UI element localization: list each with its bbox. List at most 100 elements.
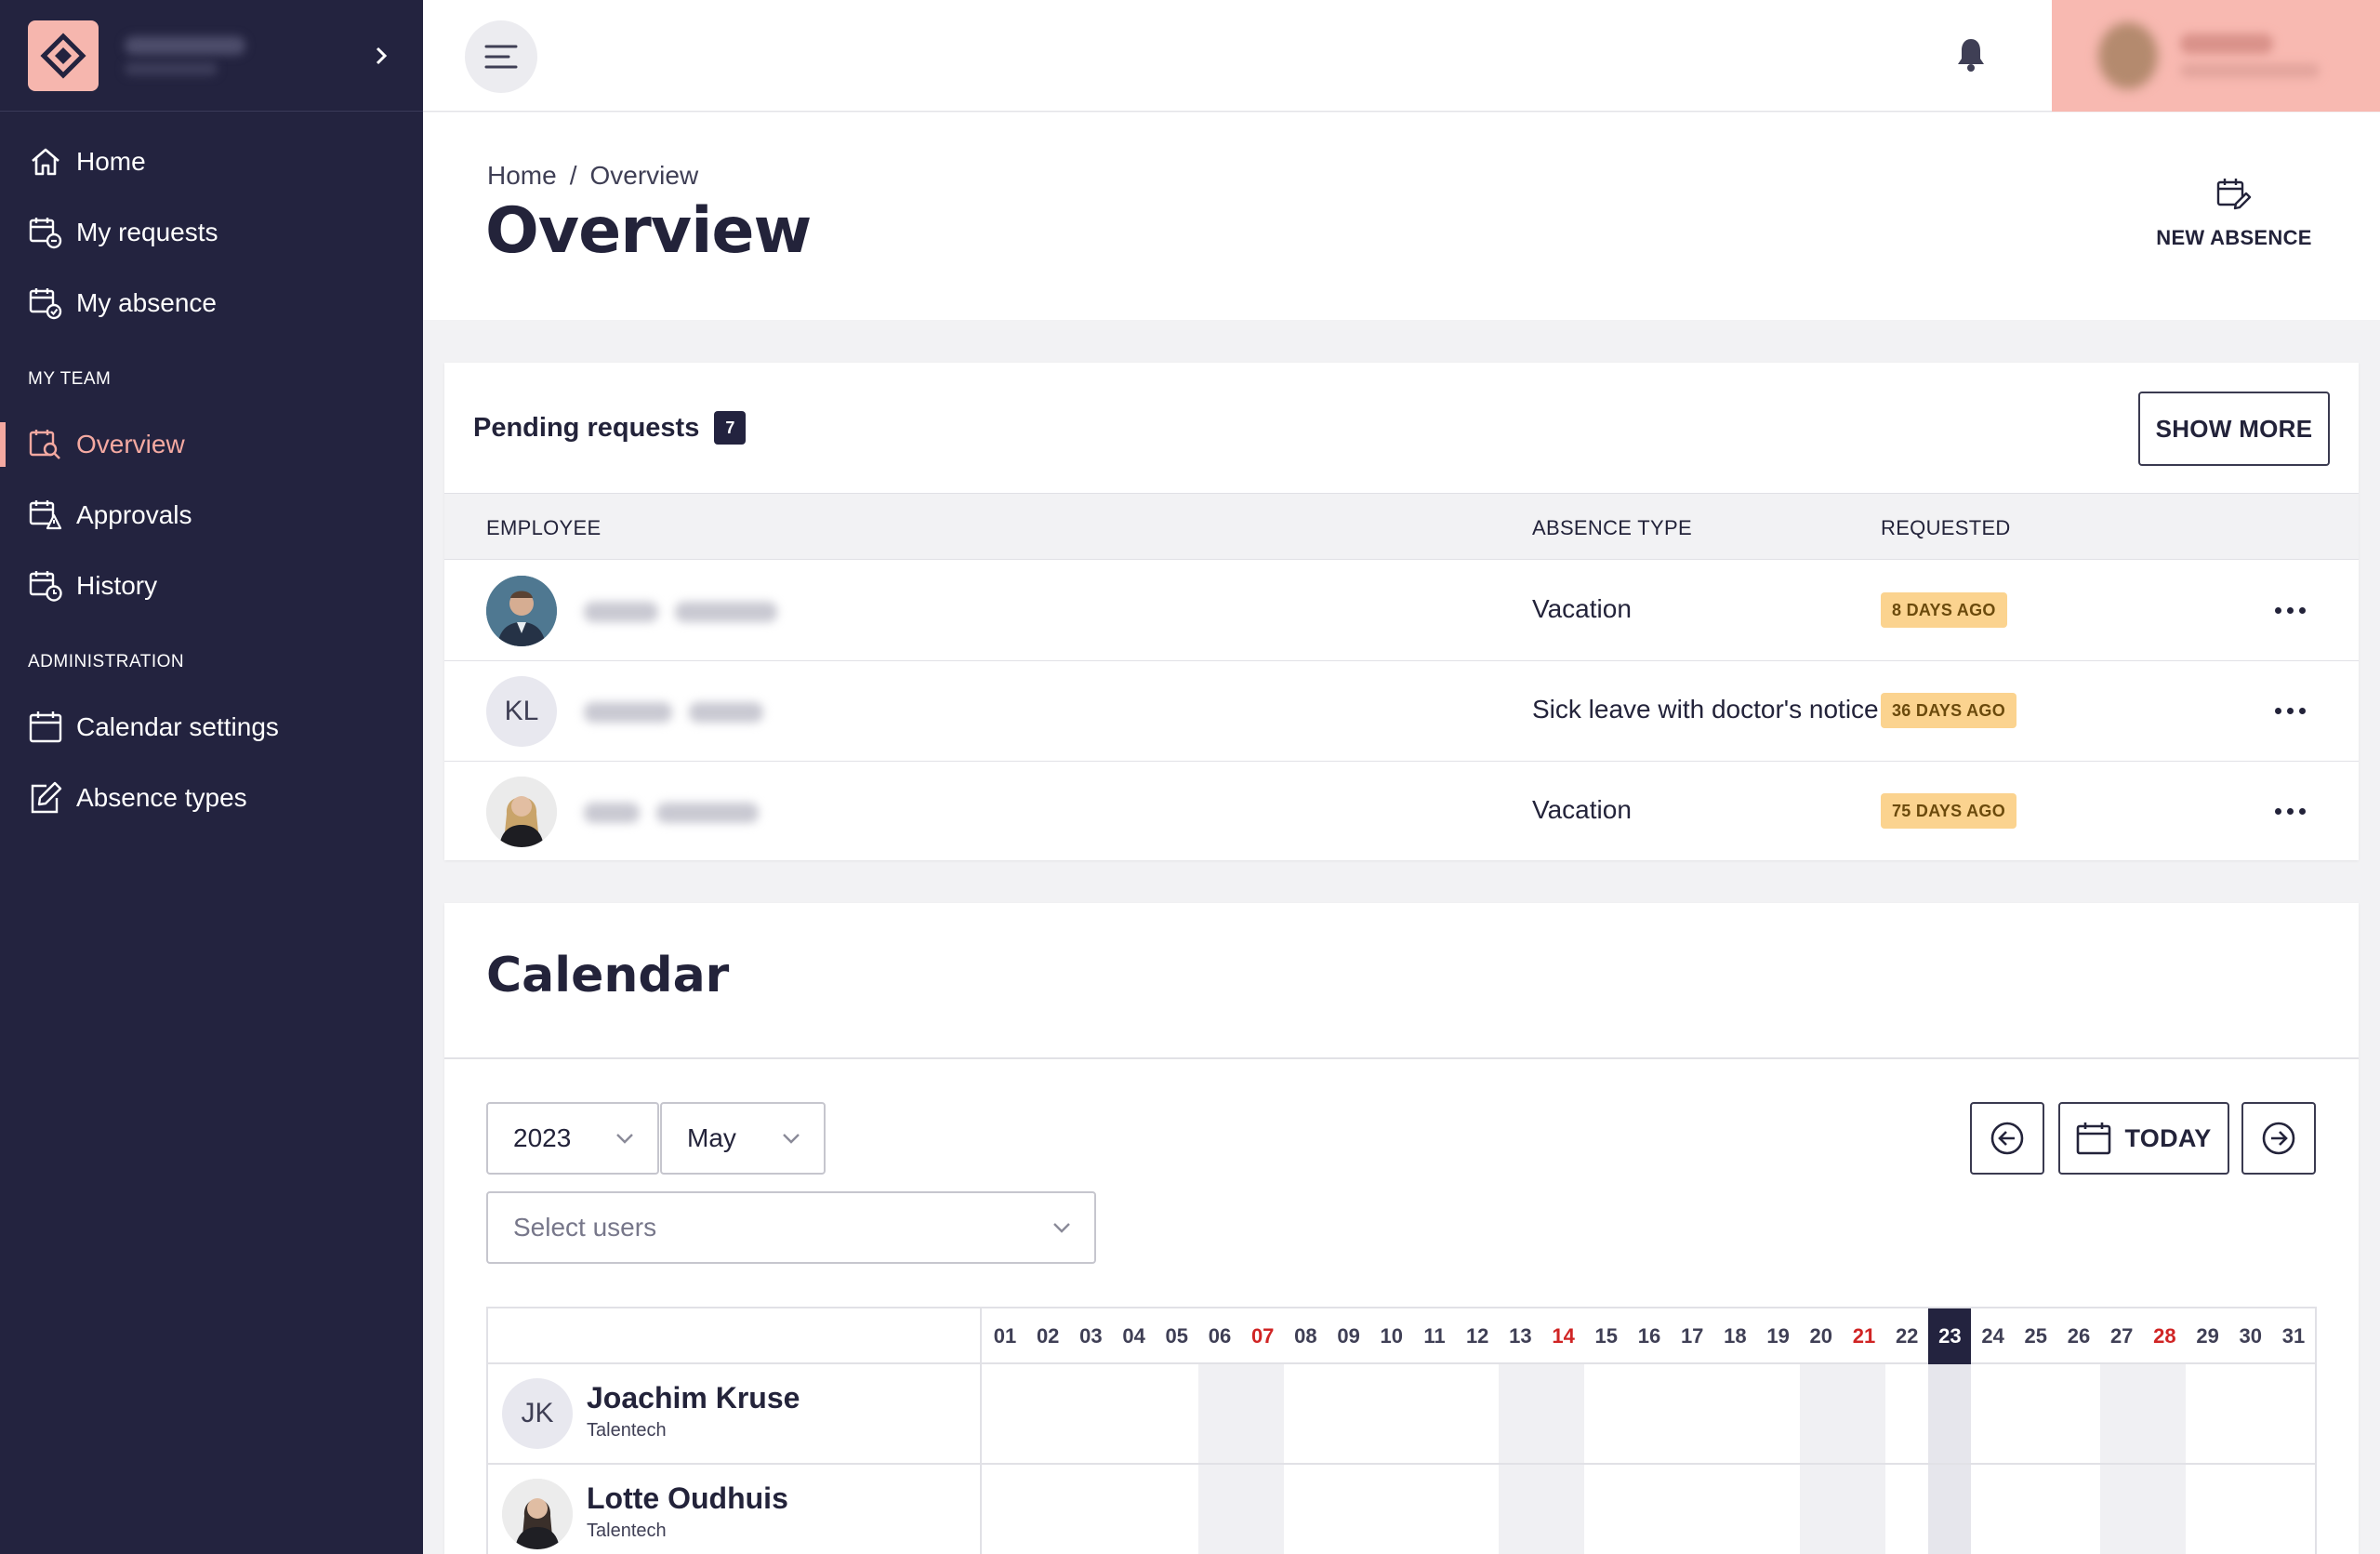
more-options-icon[interactable] [2267,797,2313,825]
calendar-day-23: 23 [1928,1308,1972,1364]
calendar-day-03: 03 [1079,1324,1103,1348]
select-users-dropdown[interactable]: Select users [486,1191,1096,1264]
sidebar-item-my-requests[interactable]: My requests [0,203,423,262]
avatar [486,777,557,847]
page-header: Home / Overview Overview NEW ABSENCE [423,113,2380,320]
column-header-absence-type[interactable]: ABSENCE TYPE [1532,516,1692,540]
calendar-check-icon [28,286,63,321]
app-logo[interactable] [28,20,99,91]
menu-button[interactable] [465,20,537,93]
hamburger-icon [484,45,518,69]
today-button[interactable]: TODAY [2058,1102,2229,1175]
table-header: EMPLOYEE ABSENCE TYPE REQUESTED [444,493,2359,560]
avatar: JK [502,1378,573,1449]
employee-organization: Talentech [587,1420,667,1441]
breadcrumb-current: Overview [589,161,699,190]
calendar-day-31: 31 [2281,1324,2306,1348]
pending-count-badge: 7 [714,411,747,445]
more-options-icon[interactable] [2267,697,2313,724]
calendar-day-12: 12 [1465,1324,1489,1348]
calendar-day-20: 20 [1809,1324,1833,1348]
employee-name: Lotte Oudhuis [587,1481,788,1515]
avatar [2098,22,2158,89]
sidebar-item-approvals[interactable]: Approvals [0,485,423,545]
notifications-bell-icon[interactable] [1948,32,1994,78]
calendar-day-28: 28 [2153,1324,2176,1348]
pending-requests-title: Pending requests 7 [473,411,747,445]
calendar-day-14: 14 [1552,1324,1575,1348]
calendar-day-29: 29 [2196,1324,2219,1348]
sidebar-item-absence-types[interactable]: Absence types [0,768,423,828]
absence-type: Sick leave with doctor's notice [1532,695,1879,724]
chevron-down-icon [783,1134,800,1144]
column-header-requested[interactable]: REQUESTED [1881,516,2011,540]
calendar-day-17: 17 [1680,1324,1704,1348]
calendar-day-05: 05 [1165,1324,1189,1348]
year-value: 2023 [513,1123,572,1152]
pending-requests-card: Pending requests 7 SHOW MORE EMPLOYEE AB… [444,363,2359,860]
breadcrumb-home[interactable]: Home [487,161,557,190]
breadcrumb: Home / Overview [487,161,698,191]
sidebar-item-overview[interactable]: Overview [0,415,423,474]
sidebar-item-label: Home [76,147,146,176]
table-row[interactable]: Vacation 8 DAYS AGO [444,561,2359,661]
show-more-button[interactable]: SHOW MORE [2138,392,2330,466]
organization-name-blurred [125,35,367,75]
calendar-day-26: 26 [2067,1324,2091,1348]
chevron-down-icon [616,1134,633,1144]
calendar-title: Calendar [486,948,730,1003]
chevron-right-icon[interactable] [367,42,395,70]
calendar-day-24: 24 [1981,1324,2004,1348]
sidebar-item-history[interactable]: History [0,556,423,616]
calendar-day-16: 16 [1637,1324,1661,1348]
calendar-day-15: 15 [1594,1324,1619,1348]
sidebar-item-label: Approvals [76,500,192,529]
calendar-day-11: 11 [1423,1324,1446,1348]
requested-ago-badge: 36 DAYS AGO [1881,693,2017,728]
user-profile-menu[interactable] [2052,0,2380,112]
sidebar-item-calendar-settings[interactable]: Calendar settings [0,697,423,757]
calendar-employee-row[interactable]: Lotte Oudhuis Talentech [488,1465,2315,1554]
calendar-day-04: 04 [1122,1324,1145,1348]
edit-icon [28,780,63,816]
arrow-left-circle-icon [1990,1122,2024,1155]
calendar-day-08: 08 [1294,1324,1317,1348]
employee-name: Joachim Kruse [587,1381,800,1415]
section-label-administration: ADMINISTRATION [28,652,185,671]
table-row[interactable]: KL Sick leave with doctor's notice 36 DA… [444,661,2359,762]
calendar-icon [28,710,63,745]
avatar [502,1479,573,1549]
top-bar [423,0,2380,112]
next-month-button[interactable] [2241,1102,2316,1175]
avatar [486,576,557,646]
calendar-refresh-icon [28,215,63,250]
select-users-placeholder: Select users [513,1213,657,1242]
employee-name-blurred [584,602,794,622]
more-options-icon[interactable] [2267,596,2313,624]
employee-name-blurred [584,702,780,723]
calendar-grid: 01 02 03 04 05 06 07 08 09 10 11 12 13 14 15 16 17 18 19 20… [486,1307,2317,1554]
calendar-day-25: 25 [2024,1324,2048,1348]
calendar-day-02: 02 [1036,1324,1060,1348]
sidebar: Home My requests My absence MY TEAM Over… [0,0,423,1554]
sidebar-item-my-absence[interactable]: My absence [0,273,423,333]
table-row[interactable]: Vacation 75 DAYS AGO [444,762,2359,862]
calendar-card: Calendar 2023 May Select users TODAY 01 0… [444,903,2359,1554]
sidebar-item-home[interactable]: Home [0,132,423,192]
sidebar-item-label: Absence types [76,783,247,812]
calendar-day-18: 18 [1724,1324,1747,1348]
month-select[interactable]: May [660,1102,826,1175]
sidebar-item-label: Overview [76,430,185,458]
column-header-employee[interactable]: EMPLOYEE [486,516,601,540]
calendar-day-06: 06 [1208,1324,1232,1348]
pending-requests-heading: Pending requests [473,412,700,443]
calendar-edit-icon [2150,174,2318,215]
year-select[interactable]: 2023 [486,1102,659,1175]
employee-name-blurred [584,803,775,823]
requested-ago-badge: 75 DAYS AGO [1881,793,2017,829]
calendar-employee-row[interactable]: JK Joachim Kruse Talentech [488,1364,2315,1465]
previous-month-button[interactable] [1970,1102,2044,1175]
calendar-alert-icon [28,498,63,533]
new-absence-button[interactable]: NEW ABSENCE [2150,174,2318,250]
calendar-day-07: 07 [1250,1324,1275,1348]
